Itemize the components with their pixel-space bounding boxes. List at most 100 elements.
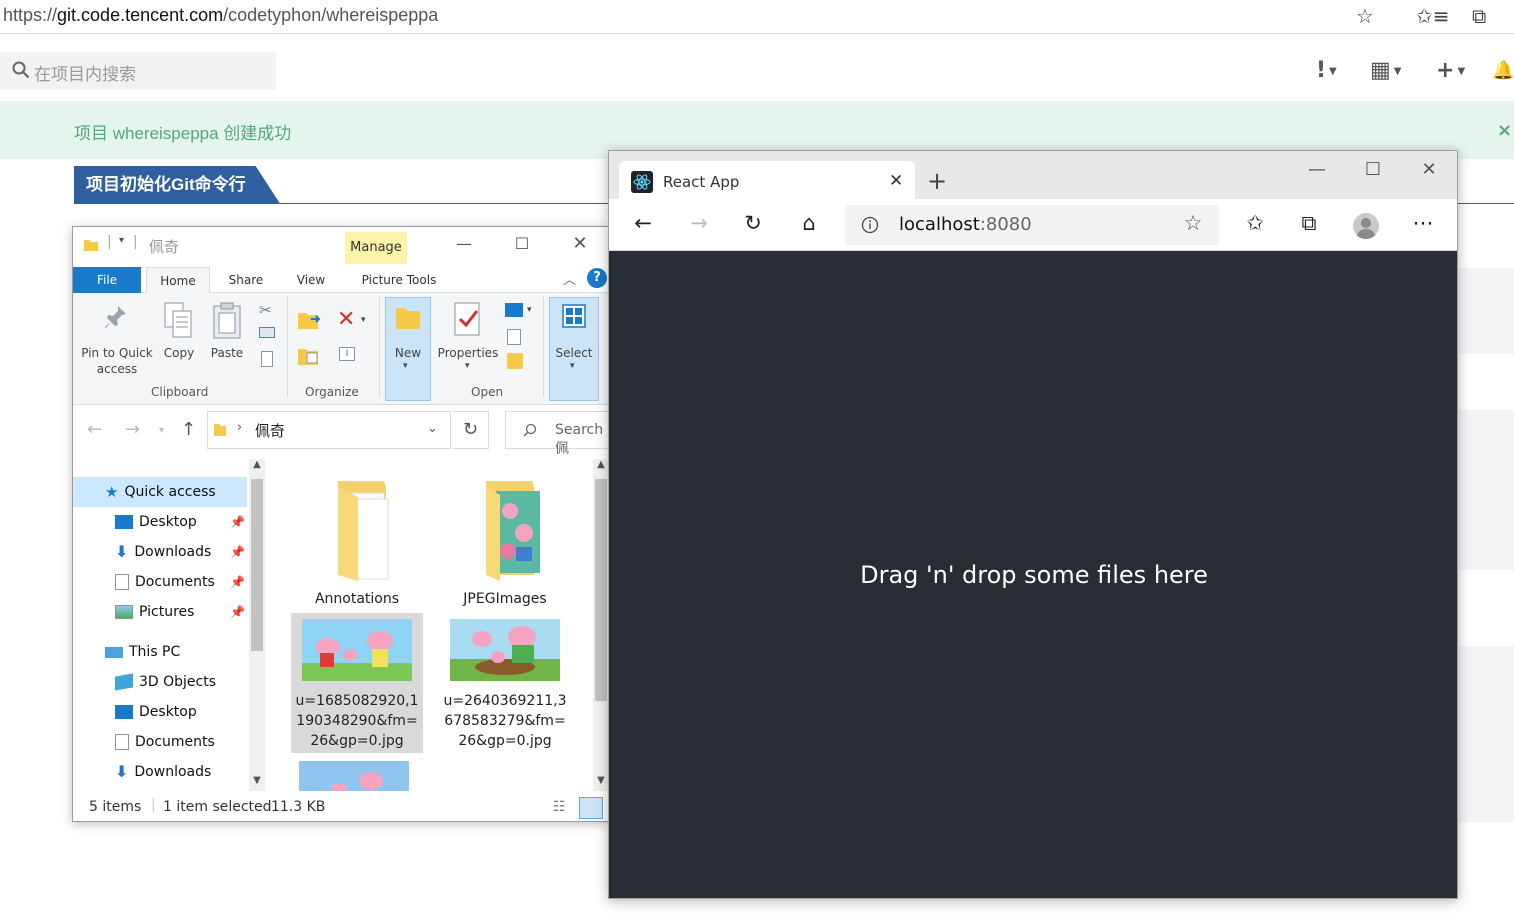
close-button[interactable]: ✕ (557, 231, 603, 257)
properties-button[interactable]: Properties (435, 345, 501, 361)
profile-avatar-icon[interactable] (1353, 213, 1379, 239)
back-arrow-icon[interactable]: ← (87, 419, 102, 440)
manage-contextual-tab[interactable]: Manage (345, 232, 407, 264)
file-item-image-2[interactable]: u=2640369211,3 678583279&fm= 26&gp=0.jpg (439, 613, 571, 753)
home-icon[interactable]: ⌂ (793, 211, 825, 235)
ribbon-separator (379, 297, 380, 397)
collections-icon[interactable]: ⧉ (1293, 211, 1325, 236)
file-item-image-1[interactable]: u=1685082920,1 190348290&fm= 26&gp=0.jpg (291, 613, 423, 753)
sidebar-scrollbar-thumb[interactable] (251, 479, 263, 651)
dropzone-text: Drag 'n' drop some files here (860, 561, 1208, 589)
tab-close-icon[interactable]: ✕ (889, 171, 903, 191)
copy-to-icon[interactable] (297, 345, 325, 367)
download-icon: ⬇ (115, 762, 129, 781)
image-thumbnail-icon[interactable] (299, 761, 409, 791)
ribbon-separator (543, 297, 544, 397)
forward-arrow-icon[interactable]: → (125, 419, 140, 440)
collections-icon[interactable]: ⧉ (1472, 4, 1486, 28)
sidebar-item-quick-access[interactable]: ★ Quick access (73, 477, 247, 507)
paste-shortcut-icon[interactable] (261, 351, 273, 367)
favorites-list-icon[interactable]: ✩ (1239, 211, 1271, 235)
sidebar-item-downloads-pc[interactable]: ⬇ Downloads (73, 757, 247, 787)
ribbon-separator (287, 297, 288, 397)
forward-arrow-icon[interactable]: → (683, 211, 715, 235)
address-bar[interactable] (207, 411, 451, 449)
sidebar-item-documents[interactable]: Documents 📌 (73, 567, 247, 597)
folder-icon (84, 240, 98, 251)
back-arrow-icon[interactable]: ← (627, 211, 659, 235)
info-icon[interactable] (861, 216, 879, 234)
details-view-icon[interactable]: ☷ (553, 799, 566, 815)
pin-icon (105, 306, 126, 328)
issues-menu-icon[interactable]: ! ▼ (1316, 58, 1337, 83)
scroll-down-arrow-icon[interactable]: ▼ (593, 775, 609, 786)
rename-icon[interactable]: I (339, 347, 355, 361)
quick-access-toolbar-dropdown-icon[interactable]: ▾ (119, 235, 124, 246)
status-separator: | (151, 797, 156, 813)
sidebar-item-pictures[interactable]: Pictures 📌 (73, 597, 247, 627)
scroll-up-arrow-icon[interactable]: ▲ (249, 459, 265, 470)
open-with-icon[interactable] (505, 303, 523, 317)
edit-icon[interactable] (507, 329, 521, 345)
favorite-star-icon[interactable]: ☆ (1356, 4, 1374, 28)
favorites-list-icon[interactable]: ✩≡ (1416, 4, 1450, 28)
help-icon[interactable]: ? (587, 268, 607, 288)
sidebar-item-3d-objects[interactable]: 3D Objects (73, 667, 247, 697)
notification-bell-icon[interactable]: 🔔 (1492, 60, 1514, 81)
tab-picture-tools[interactable]: Picture Tools (349, 267, 449, 293)
refresh-icon[interactable]: ↻ (453, 411, 489, 449)
favorite-star-icon[interactable]: ☆ (1177, 211, 1209, 235)
file-item-jpegimages[interactable]: JPEGImages (439, 477, 571, 609)
pin-icon: 📌 (230, 575, 245, 589)
sidebar-item-desktop-pc[interactable]: Desktop (73, 697, 247, 727)
create-plus-icon[interactable]: + ▼ (1436, 58, 1465, 83)
star-icon: ★ (105, 483, 119, 501)
maximize-button[interactable]: ☐ (1345, 159, 1401, 180)
copy-path-icon[interactable] (259, 327, 275, 338)
pin-to-quick-access-button[interactable]: Pin to Quick access (77, 345, 157, 377)
delete-dropdown-icon[interactable]: ▾ (361, 315, 366, 325)
cut-icon[interactable]: ✂ (259, 301, 272, 319)
history-icon[interactable] (507, 353, 523, 369)
open-dropdown-icon[interactable]: ▾ (527, 305, 532, 315)
content-scrollbar-thumb[interactable] (595, 479, 607, 701)
tab-share[interactable]: Share (219, 267, 273, 293)
desktop-icon (115, 705, 133, 719)
sidebar-item-this-pc[interactable]: This PC (73, 637, 247, 667)
tab-file[interactable]: File (73, 267, 141, 293)
scroll-up-arrow-icon[interactable]: ▲ (593, 459, 609, 470)
file-name: JPEGImages (463, 591, 547, 607)
collapse-ribbon-icon[interactable]: ︿ (563, 269, 576, 288)
sidebar-item-label: Desktop (139, 514, 197, 530)
file-explorer-window: | ▾ | 佩奇 Manage — ☐ ✕ File Home Share Vi… (72, 226, 610, 822)
notice-close-icon[interactable]: × (1497, 120, 1512, 141)
address-dropdown-icon[interactable]: ⌄ (427, 421, 438, 436)
tab-home[interactable]: Home (146, 267, 210, 294)
properties-dropdown-icon[interactable]: ▾ (465, 361, 470, 371)
maximize-button[interactable]: ☐ (499, 231, 545, 257)
scroll-down-arrow-icon[interactable]: ▼ (249, 775, 265, 786)
sidebar-item-downloads[interactable]: ⬇ Downloads 📌 (73, 537, 247, 567)
new-folder-icon (396, 308, 420, 329)
sidebar-item-desktop[interactable]: Desktop 📌 (73, 507, 247, 537)
code-block (1456, 268, 1514, 354)
new-tab-button[interactable]: + (927, 167, 947, 195)
more-menu-icon[interactable]: ⋯ (1407, 211, 1439, 235)
recent-locations-icon[interactable]: ▾ (159, 425, 164, 436)
large-icons-view-icon[interactable] (579, 797, 603, 819)
close-button[interactable]: ✕ (1401, 159, 1457, 180)
tab-view[interactable]: View (285, 267, 337, 293)
minimize-button[interactable]: — (1289, 159, 1345, 180)
minimize-button[interactable]: — (441, 231, 487, 257)
file-item-annotations[interactable]: Annotations (291, 477, 423, 609)
up-arrow-icon[interactable]: ↑ (181, 419, 196, 440)
bg-url-text[interactable]: https://git.code.tencent.com/codetyphon/… (3, 5, 438, 26)
apps-grid-icon[interactable]: ▦ ▼ (1370, 58, 1402, 83)
paste-button[interactable]: Paste (207, 345, 247, 361)
move-to-icon[interactable] (297, 309, 325, 331)
copy-button[interactable]: Copy (159, 345, 199, 361)
sidebar-item-label: Documents (135, 734, 215, 750)
sidebar-item-documents-pc[interactable]: Documents (73, 727, 247, 757)
delete-icon[interactable]: ✕ (337, 307, 355, 332)
refresh-icon[interactable]: ↻ (737, 211, 769, 235)
